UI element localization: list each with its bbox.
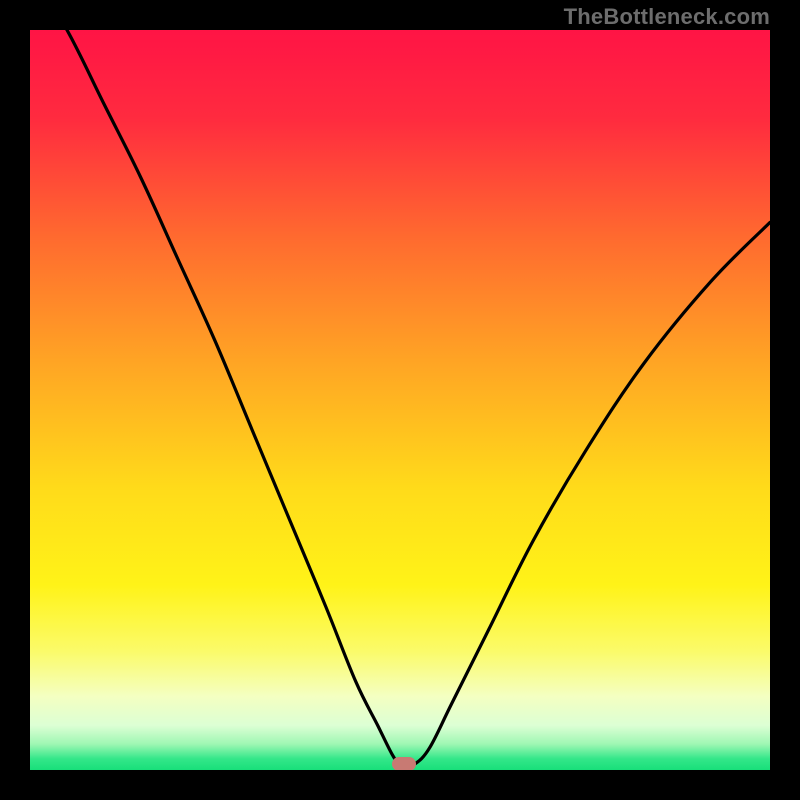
minimum-marker	[392, 757, 416, 770]
bottleneck-curve	[30, 30, 770, 770]
plot-area	[30, 30, 770, 770]
chart-frame: TheBottleneck.com	[0, 0, 800, 800]
watermark-text: TheBottleneck.com	[564, 4, 770, 30]
